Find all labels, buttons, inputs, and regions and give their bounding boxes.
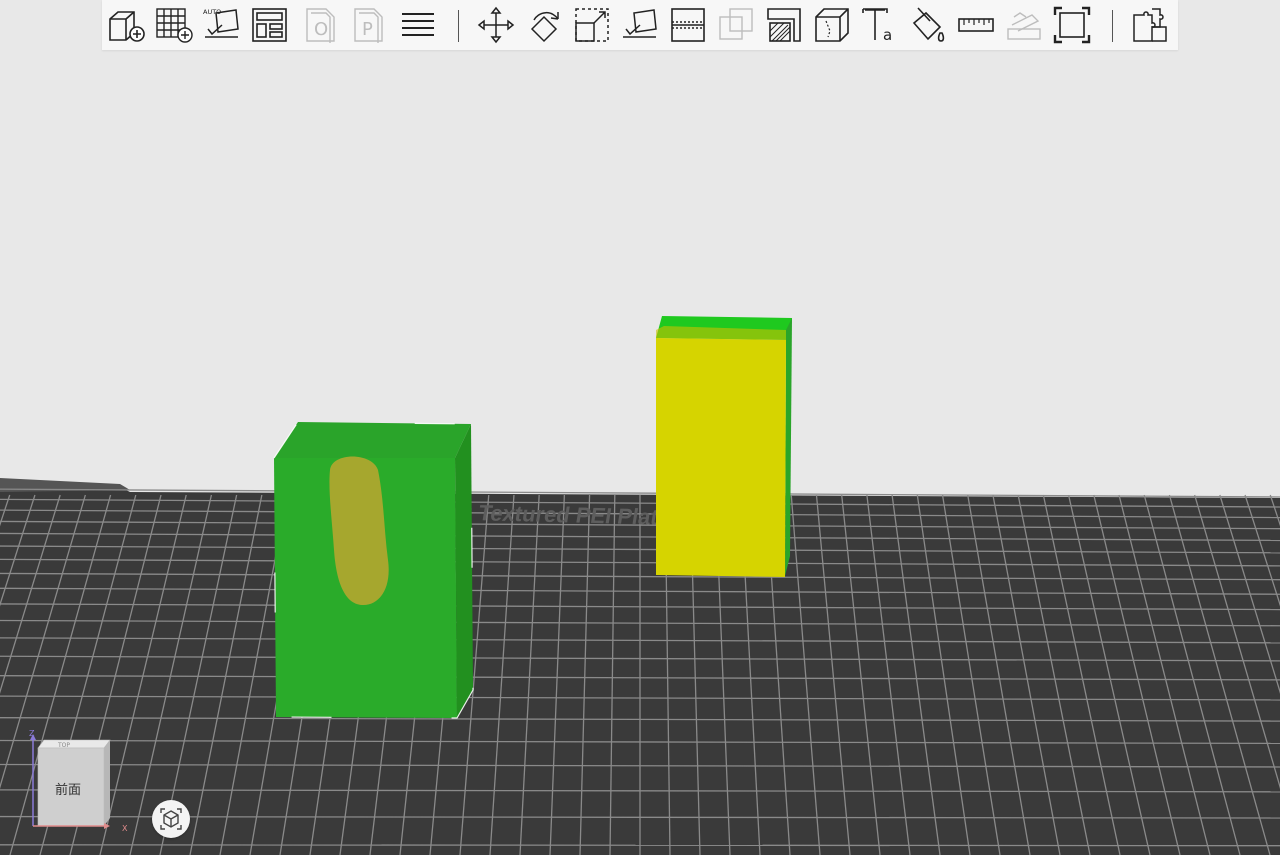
measure-button[interactable]: [956, 5, 996, 45]
add-object-button[interactable]: [106, 5, 146, 45]
toolbar-separator: [458, 10, 459, 42]
support-paint-icon: [767, 8, 801, 42]
cut-button[interactable]: [668, 5, 708, 45]
green-object[interactable]: [273, 421, 474, 719]
camera-cube-icon: [160, 808, 182, 830]
scale-icon: [575, 8, 609, 42]
yellow-object[interactable]: [656, 316, 792, 577]
object-list-button[interactable]: O: [302, 5, 342, 45]
grid-plus-icon: [156, 8, 193, 43]
text-button[interactable]: a: [860, 5, 900, 45]
reset-view-button[interactable]: [152, 800, 190, 838]
boolean-button[interactable]: [716, 5, 756, 45]
fit-view-icon: [1053, 6, 1091, 44]
seam-paint-button[interactable]: [812, 5, 852, 45]
scale-button[interactable]: [572, 5, 612, 45]
puzzle-icon: [1133, 8, 1167, 42]
svg-text:O: O: [314, 19, 328, 40]
layers-icon: [402, 13, 434, 36]
boolean-icon: [719, 8, 753, 40]
arrange-icon: [252, 8, 287, 42]
assembly-button[interactable]: [1004, 5, 1044, 45]
seam-cube-icon: [815, 8, 849, 42]
move-button[interactable]: [476, 5, 516, 45]
view-cube[interactable]: TOP 前面 Z X: [28, 729, 138, 835]
svg-text:P: P: [362, 19, 373, 40]
lay-on-face-icon: [623, 9, 657, 38]
axis-x-label: X: [122, 824, 128, 833]
variable-layer-button[interactable]: [1130, 5, 1170, 45]
auto-orient-button[interactable]: AUTO: [202, 5, 242, 45]
fit-view-button[interactable]: [1052, 5, 1092, 45]
color-paint-button[interactable]: [908, 5, 948, 45]
object-page-icon: O: [306, 8, 335, 43]
view-cube-front-label: 前面: [55, 782, 81, 798]
plate-page-icon: P: [354, 8, 383, 43]
main-toolbar: AUTO O P a: [102, 0, 1178, 50]
cut-icon: [671, 8, 705, 42]
auto-orient-icon: AUTO: [203, 8, 239, 38]
ruler-icon: [958, 18, 994, 32]
add-cube-icon: [109, 11, 145, 42]
support-paint-button[interactable]: [764, 5, 804, 45]
rotate-icon: [530, 11, 559, 43]
add-plate-button[interactable]: [154, 5, 194, 45]
paint-bucket-icon: [912, 7, 945, 42]
plate-list-button[interactable]: P: [350, 5, 390, 45]
svg-text:a: a: [883, 26, 892, 44]
layers-button[interactable]: [398, 5, 438, 45]
rotate-button[interactable]: [524, 5, 564, 45]
toolbar-separator: [1112, 10, 1113, 42]
lay-on-face-button[interactable]: [620, 5, 660, 45]
3d-viewport[interactable]: Bambu Textured PEI Plate: [0, 0, 1280, 855]
scene: Bambu Textured PEI Plate: [0, 316, 1280, 855]
assembly-icon: [1007, 12, 1041, 40]
text-icon: a: [862, 8, 892, 44]
move-arrows-icon: [477, 6, 515, 44]
arrange-button[interactable]: [250, 5, 290, 45]
view-cube-graphic: TOP 前面 Z X: [29, 729, 128, 833]
axis-z-label: Z: [29, 730, 35, 738]
